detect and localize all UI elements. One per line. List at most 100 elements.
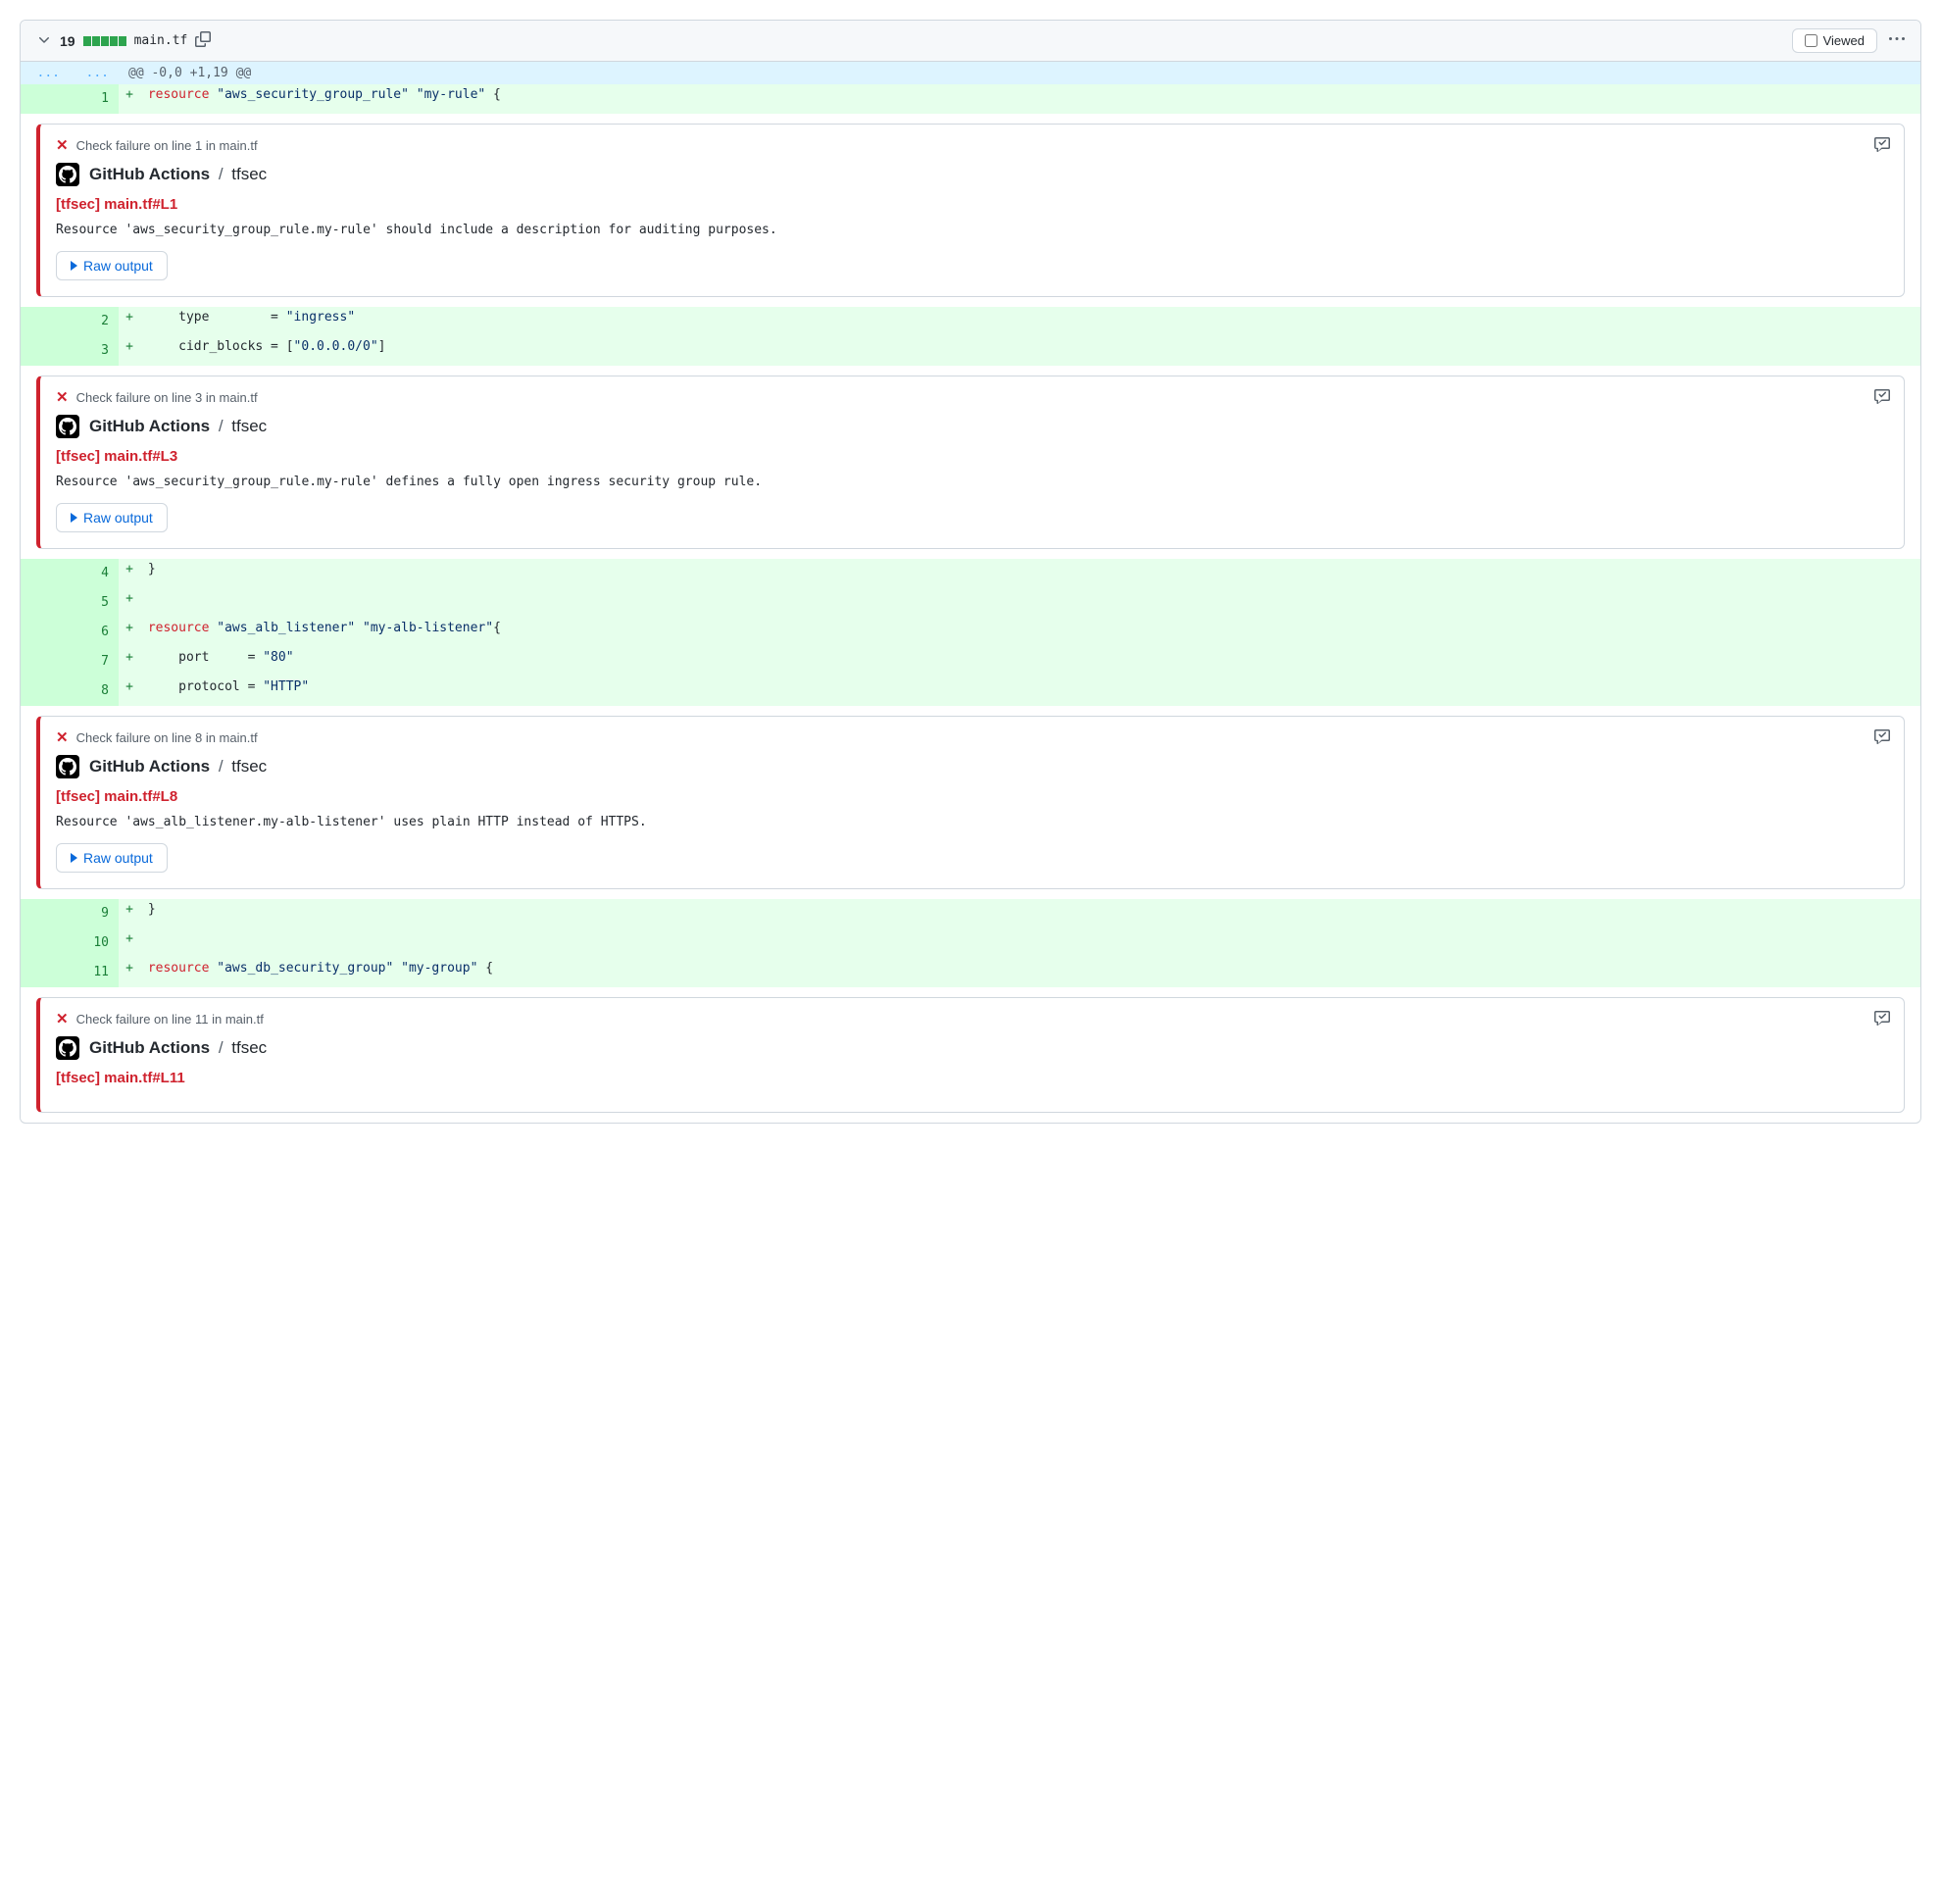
file-header-right: Viewed bbox=[1792, 28, 1905, 53]
annotation-title-link[interactable]: [tfsec] main.tf#L8 bbox=[56, 788, 1888, 805]
annotation-source: GitHub Actions / tfsec bbox=[56, 755, 1888, 778]
annotation-location-text: Check failure on line 1 in main.tf bbox=[76, 138, 258, 153]
annotation-location-text: Check failure on line 11 in main.tf bbox=[76, 1012, 264, 1027]
resolve-annotation-icon[interactable] bbox=[1874, 1010, 1890, 1028]
github-logo-icon bbox=[56, 415, 79, 438]
file-diff-container: 19 main.tf Viewed ... ... @@ -0,0 +1,19 … bbox=[20, 20, 1921, 1124]
code-content: resource "aws_security_group_rule" "my-r… bbox=[140, 84, 1920, 114]
raw-output-label: Raw output bbox=[83, 258, 153, 274]
code-content bbox=[140, 588, 1920, 618]
diff-stat-bars bbox=[83, 36, 126, 46]
code-line: 2+ type = "ingress" bbox=[21, 307, 1920, 336]
github-logo-icon bbox=[56, 1036, 79, 1060]
check-app-name: GitHub Actions bbox=[89, 757, 210, 776]
old-line-number[interactable] bbox=[21, 899, 70, 928]
new-line-number[interactable]: 4 bbox=[70, 559, 119, 588]
play-triangle-icon bbox=[71, 853, 77, 863]
chevron-down-icon[interactable] bbox=[36, 31, 52, 50]
check-annotation: ✕Check failure on line 3 in main.tf GitHu… bbox=[36, 376, 1905, 549]
github-logo-icon bbox=[56, 163, 79, 186]
annotation-title-link[interactable]: [tfsec] main.tf#L11 bbox=[56, 1070, 1888, 1086]
viewed-toggle[interactable]: Viewed bbox=[1792, 28, 1877, 53]
check-annotation: ✕Check failure on line 1 in main.tfGitHu… bbox=[36, 124, 1905, 297]
copy-path-icon[interactable] bbox=[195, 31, 211, 50]
github-logo-icon bbox=[56, 755, 79, 778]
new-line-number[interactable]: 2 bbox=[70, 307, 119, 336]
check-annotation: ✕ Check failure on line 11 in main.tf GitH… bbox=[36, 997, 1905, 1113]
code-line: 3+ cidr_blocks = ["0.0.0.0/0"] bbox=[21, 336, 1920, 366]
resolve-annotation-icon[interactable] bbox=[1874, 136, 1890, 155]
old-line-number[interactable] bbox=[21, 559, 70, 588]
code-line: 8+ protocol = "HTTP" bbox=[21, 676, 1920, 706]
old-line-number[interactable] bbox=[21, 928, 70, 958]
resolve-annotation-icon[interactable] bbox=[1874, 728, 1890, 747]
raw-output-label: Raw output bbox=[83, 510, 153, 526]
failure-x-icon: ✕ bbox=[56, 730, 69, 745]
annotation-header: ✕ Check failure on line 11 in main.tf bbox=[56, 1012, 1888, 1027]
annotation-location-text: Check failure on line 8 in main.tf bbox=[76, 730, 258, 745]
file-header: 19 main.tf Viewed bbox=[21, 21, 1920, 62]
check-name: tfsec bbox=[231, 165, 267, 183]
annotation-source: GitHub Actions / tfsec bbox=[56, 1036, 1888, 1060]
annotation-title-link[interactable]: [tfsec] main.tf#L1 bbox=[56, 196, 1888, 213]
code-content: } bbox=[140, 559, 1920, 588]
old-line-number[interactable] bbox=[21, 84, 70, 114]
diff-marker: + bbox=[119, 307, 140, 336]
old-line-number[interactable] bbox=[21, 647, 70, 676]
code-line: 4+ } bbox=[21, 559, 1920, 588]
code-line: 6+ resource "aws_alb_listener" "my-alb-l… bbox=[21, 618, 1920, 647]
annotation-title-link[interactable]: [tfsec] main.tf#L3 bbox=[56, 448, 1888, 465]
old-line-number[interactable] bbox=[21, 307, 70, 336]
code-content: port = "80" bbox=[140, 647, 1920, 676]
diff-marker: + bbox=[119, 618, 140, 647]
old-line-number[interactable] bbox=[21, 676, 70, 706]
diff-marker: + bbox=[119, 84, 140, 114]
expand-hunk-button[interactable]: ... bbox=[70, 62, 119, 84]
diff-marker: + bbox=[119, 588, 140, 618]
raw-output-label: Raw output bbox=[83, 850, 153, 866]
old-line-number[interactable] bbox=[21, 958, 70, 987]
diff-line-count: 19 bbox=[60, 33, 75, 49]
code-content: protocol = "HTTP" bbox=[140, 676, 1920, 706]
annotation-header: ✕ Check failure on line 1 in main.tf bbox=[56, 138, 1888, 153]
annotation-message: Resource 'aws_alb_listener.my-alb-listen… bbox=[56, 815, 1888, 829]
hunk-range-text: @@ -0,0 +1,19 @@ bbox=[119, 62, 1920, 84]
kebab-menu-icon[interactable] bbox=[1889, 31, 1905, 50]
old-line-number[interactable] bbox=[21, 336, 70, 366]
new-line-number[interactable]: 5 bbox=[70, 588, 119, 618]
diff-marker: + bbox=[119, 647, 140, 676]
new-line-number[interactable]: 3 bbox=[70, 336, 119, 366]
resolve-annotation-icon[interactable] bbox=[1874, 388, 1890, 407]
diff-marker: + bbox=[119, 958, 140, 987]
check-name: tfsec bbox=[231, 757, 267, 776]
diff-marker: + bbox=[119, 559, 140, 588]
code-content: resource "aws_alb_listener" "my-alb-list… bbox=[140, 618, 1920, 647]
diff-marker: + bbox=[119, 676, 140, 706]
check-name: tfsec bbox=[231, 417, 267, 435]
code-line: 7+ port = "80" bbox=[21, 647, 1920, 676]
check-annotation: ✕ Check failure on line 8 in main.tf GitHu… bbox=[36, 716, 1905, 889]
failure-x-icon: ✕ bbox=[56, 1012, 69, 1027]
failure-x-icon: ✕ bbox=[56, 138, 69, 153]
new-line-number[interactable]: 11 bbox=[70, 958, 119, 987]
filename[interactable]: main.tf bbox=[134, 33, 188, 48]
raw-output-button[interactable]: Raw output bbox=[56, 251, 168, 280]
expand-hunk-button[interactable]: ... bbox=[21, 62, 70, 84]
code-line: 11+ resource "aws_db_security_group" "my… bbox=[21, 958, 1920, 987]
raw-output-button[interactable]: Raw output bbox=[56, 843, 168, 873]
code-content bbox=[140, 928, 1920, 958]
viewed-checkbox[interactable] bbox=[1805, 34, 1817, 47]
new-line-number[interactable]: 7 bbox=[70, 647, 119, 676]
new-line-number[interactable]: 9 bbox=[70, 899, 119, 928]
new-line-number[interactable]: 10 bbox=[70, 928, 119, 958]
old-line-number[interactable] bbox=[21, 588, 70, 618]
raw-output-button[interactable]: Raw output bbox=[56, 503, 168, 532]
code-line: 9+ } bbox=[21, 899, 1920, 928]
new-line-number[interactable]: 1 bbox=[70, 84, 119, 114]
old-line-number[interactable] bbox=[21, 618, 70, 647]
new-line-number[interactable]: 6 bbox=[70, 618, 119, 647]
annotation-header: ✕Check failure on line 3 in main.tf bbox=[56, 390, 1888, 405]
new-line-number[interactable]: 8 bbox=[70, 676, 119, 706]
annotation-source: GitHub Actions / tfsec bbox=[56, 415, 1888, 438]
hunk-header: ... ... @@ -0,0 +1,19 @@ bbox=[21, 62, 1920, 84]
